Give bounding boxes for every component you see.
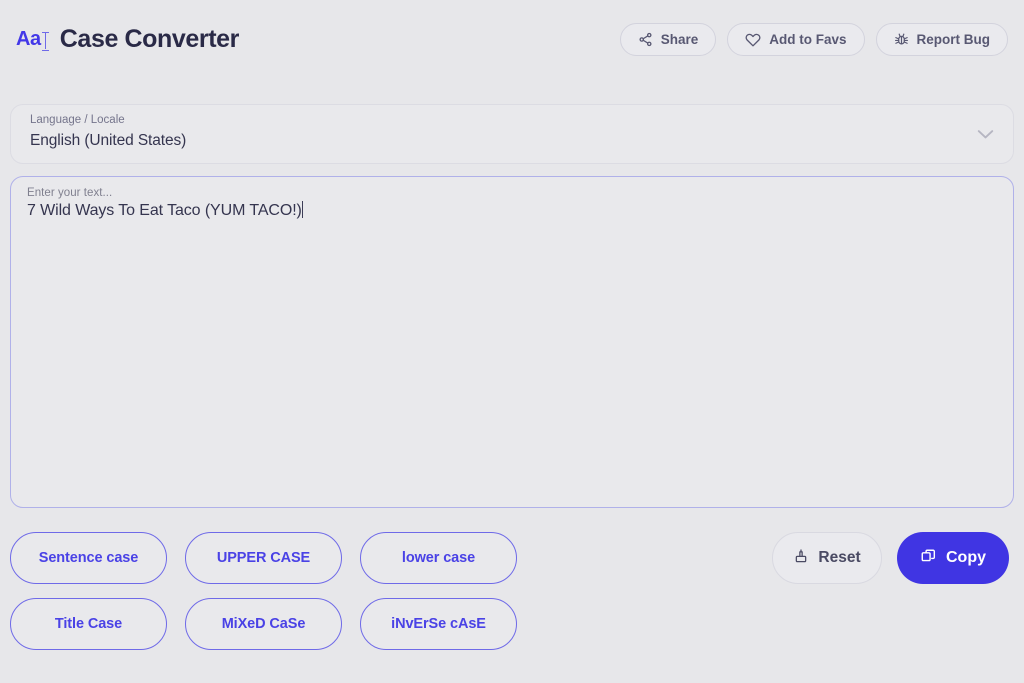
brand: Aa Case Converter xyxy=(16,25,239,54)
case-button-upper-case[interactable]: UPPER CASE xyxy=(185,532,342,584)
chevron-down-icon[interactable] xyxy=(977,127,994,145)
language-locale-select[interactable]: Language / Locale English (United States… xyxy=(10,104,1014,164)
heart-icon xyxy=(745,31,761,47)
text-cursor-icon xyxy=(41,31,49,51)
header-actions: Share Add to Favs Report Bug xyxy=(619,22,1008,56)
text-input-value: 7 Wild Ways To Eat Taco (YUM TACO!) xyxy=(27,201,302,219)
text-caret-icon xyxy=(301,200,304,218)
copy-button-label: Copy xyxy=(946,549,986,566)
reset-button[interactable]: Reset xyxy=(772,532,882,584)
case-converter-app: Aa Case Converter Share Add to Favs Repo… xyxy=(0,0,1024,683)
case-button-title-case[interactable]: Title Case xyxy=(10,598,167,650)
reset-button-label: Reset xyxy=(818,549,861,566)
case-button-sentence-case[interactable]: Sentence case xyxy=(10,532,167,584)
page-title: Case Converter xyxy=(59,24,240,53)
language-locale-value: English (United States) xyxy=(30,131,187,149)
copy-button[interactable]: Copy xyxy=(897,532,1009,584)
text-input-value-wrap: 7 Wild Ways To Eat Taco (YUM TACO!) xyxy=(27,200,997,222)
app-header: Aa Case Converter Share Add to Favs Repo… xyxy=(0,0,1024,78)
logo-text: Aa xyxy=(16,27,41,50)
case-button-mixed-case[interactable]: MiXeD CaSe xyxy=(185,598,342,650)
add-to-favs-button-label: Add to Favs xyxy=(769,31,847,47)
eraser-icon xyxy=(793,548,809,569)
report-bug-button-label: Report Bug xyxy=(916,31,991,47)
text-input-area[interactable]: Enter your text... 7 Wild Ways To Eat Ta… xyxy=(10,176,1014,508)
copy-icon xyxy=(920,547,937,569)
case-button-lower-case[interactable]: lower case xyxy=(360,532,517,584)
share-icon xyxy=(638,32,653,47)
bug-icon xyxy=(894,32,909,47)
share-button-label: Share xyxy=(660,31,699,47)
case-button-inverse-case[interactable]: iNvErSe cAsE xyxy=(360,598,517,650)
text-input-label: Enter your text... xyxy=(27,187,113,199)
app-logo: Aa xyxy=(16,27,49,51)
language-locale-label: Language / Locale xyxy=(30,114,125,126)
report-bug-button[interactable]: Report Bug xyxy=(875,22,1008,56)
share-button[interactable]: Share xyxy=(619,22,717,56)
primary-actions: Reset Copy xyxy=(772,532,1009,584)
add-to-favs-button[interactable]: Add to Favs xyxy=(727,22,865,56)
case-button-grid: Sentence case UPPER CASE lower case Titl… xyxy=(10,532,517,650)
